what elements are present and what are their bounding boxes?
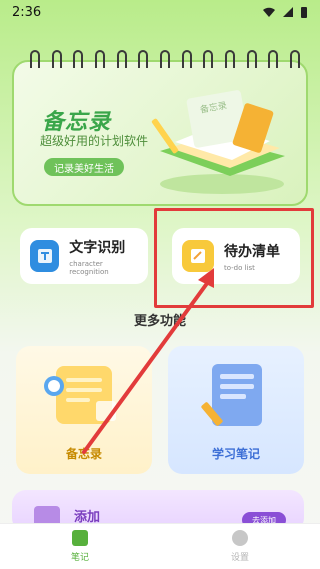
- annotation-arrow: [82, 268, 214, 454]
